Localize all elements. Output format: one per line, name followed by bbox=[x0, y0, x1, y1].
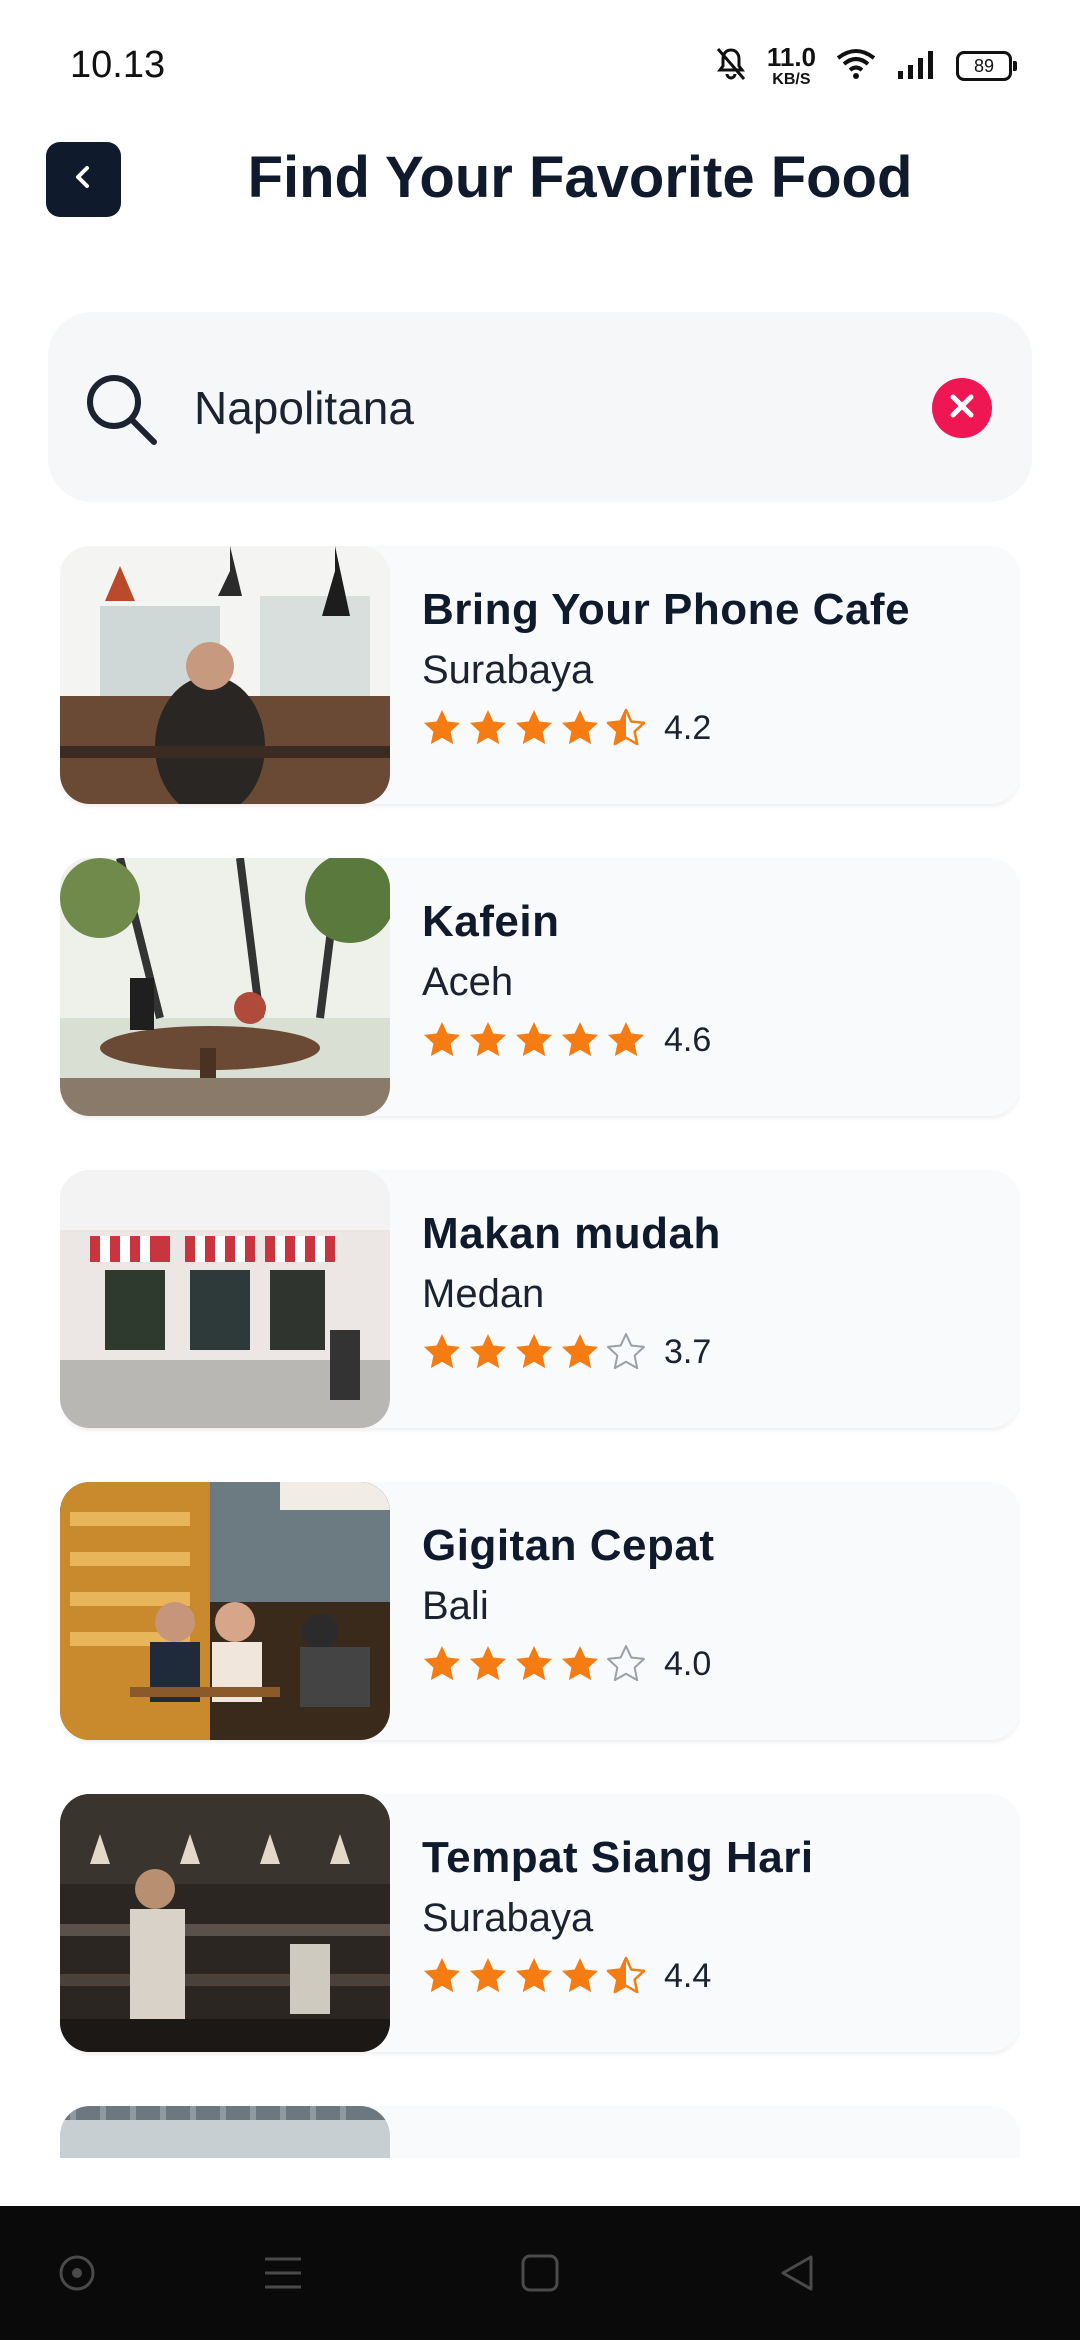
restaurant-name: Makan mudah bbox=[422, 1209, 721, 1258]
star-full-icon bbox=[516, 1022, 552, 1057]
menu-icon[interactable] bbox=[258, 2248, 308, 2298]
restaurant-city: Bali bbox=[422, 1584, 489, 1628]
rating-row: 4.4 bbox=[422, 1956, 814, 1996]
star-full-icon bbox=[516, 1958, 552, 1993]
status-icons: 11.0 KB/S 89 bbox=[715, 42, 1017, 90]
restaurant-image bbox=[60, 2106, 390, 2158]
status-bar: 10.13 11.0 KB/S 89 bbox=[0, 0, 1080, 130]
star-rating bbox=[422, 1644, 646, 1684]
network-speed-value: 11.0 bbox=[766, 42, 816, 72]
restaurant-city: Surabaya bbox=[422, 1896, 594, 1940]
restaurant-card[interactable]: Makan mudah Medan 3.7 bbox=[60, 1170, 1020, 1428]
star-full-icon bbox=[470, 1022, 506, 1057]
star-rating bbox=[422, 708, 646, 748]
star-full-icon bbox=[516, 710, 552, 745]
star-full-icon bbox=[562, 1334, 598, 1369]
rating-value: 4.2 bbox=[664, 708, 712, 747]
clear-search-button[interactable] bbox=[932, 378, 992, 438]
restaurant-image bbox=[60, 858, 390, 1116]
star-rating bbox=[422, 1956, 646, 1996]
star-full-icon bbox=[424, 710, 460, 745]
rating-row: 4.6 bbox=[422, 1020, 711, 1060]
rating-value: 4.0 bbox=[664, 1644, 712, 1683]
restaurant-info: Kafein Aceh 4.6 bbox=[422, 900, 711, 1060]
star-full-icon bbox=[608, 1022, 644, 1057]
star-full-icon bbox=[470, 1958, 506, 1993]
star-full-icon bbox=[424, 1646, 460, 1681]
star-full-icon bbox=[470, 1334, 506, 1369]
restaurant-card[interactable] bbox=[60, 2106, 1020, 2158]
star-full-icon bbox=[470, 1646, 506, 1681]
restaurant-list[interactable]: Bring Your Phone Cafe Surabaya 4.2 Kafei… bbox=[60, 546, 1020, 2158]
star-full-icon bbox=[562, 1646, 598, 1681]
screen: 10.13 11.0 KB/S 89 Find Your Favorite Fo… bbox=[0, 0, 1080, 2340]
star-full-icon bbox=[470, 710, 506, 745]
star-full-icon bbox=[516, 1646, 552, 1681]
restaurant-name: Kafein bbox=[422, 897, 560, 946]
star-full-icon bbox=[424, 1958, 460, 1993]
rating-row: 3.7 bbox=[422, 1332, 721, 1372]
star-half-icon bbox=[606, 1956, 646, 1994]
star-empty-icon bbox=[607, 1333, 645, 1370]
restaurant-name: Bring Your Phone Cafe bbox=[422, 585, 911, 634]
star-half-icon bbox=[606, 708, 646, 746]
restaurant-city: Surabaya bbox=[422, 648, 594, 692]
restaurant-image bbox=[60, 1482, 390, 1740]
restaurant-card[interactable]: Tempat Siang Hari Surabaya 4.4 bbox=[60, 1794, 1020, 2052]
restaurant-info: Bring Your Phone Cafe Surabaya 4.2 bbox=[422, 588, 910, 748]
restaurant-name: Tempat Siang Hari bbox=[422, 1833, 814, 1882]
rating-row: 4.2 bbox=[422, 708, 910, 748]
star-full-icon bbox=[424, 1334, 460, 1369]
search-box[interactable] bbox=[48, 312, 1032, 502]
rating-value: 4.6 bbox=[664, 1020, 712, 1059]
home-square-icon[interactable] bbox=[515, 2248, 565, 2298]
star-full-icon bbox=[424, 1022, 460, 1057]
signal-icon bbox=[896, 49, 936, 84]
restaurant-image bbox=[60, 546, 390, 804]
page-title-text: Find Your Favorite Food bbox=[247, 145, 913, 210]
network-speed-unit: KB/S bbox=[772, 71, 811, 88]
close-icon bbox=[948, 392, 976, 425]
status-time: 10.13 bbox=[70, 44, 166, 86]
search-input[interactable] bbox=[192, 374, 956, 442]
recent-apps-dot-icon[interactable] bbox=[52, 2248, 102, 2298]
restaurant-card[interactable]: Kafein Aceh 4.6 bbox=[60, 858, 1020, 1116]
rating-row: 4.0 bbox=[422, 1644, 715, 1684]
restaurant-info: Tempat Siang Hari Surabaya 4.4 bbox=[422, 1836, 814, 1996]
back-triangle-icon[interactable] bbox=[772, 2248, 822, 2298]
restaurant-image bbox=[60, 1170, 390, 1428]
network-speed: 11.0 KB/S bbox=[767, 44, 816, 88]
restaurant-city: Medan bbox=[422, 1272, 545, 1316]
restaurant-city: Aceh bbox=[422, 960, 514, 1004]
restaurant-card[interactable]: Bring Your Phone Cafe Surabaya 4.2 bbox=[60, 546, 1020, 804]
search-icon bbox=[82, 370, 162, 455]
star-full-icon bbox=[562, 1958, 598, 1993]
system-nav-bar bbox=[0, 2206, 1080, 2340]
star-rating bbox=[422, 1020, 646, 1060]
restaurant-image bbox=[60, 1794, 390, 2052]
star-full-icon bbox=[516, 1334, 552, 1369]
mute-bell-icon bbox=[715, 46, 747, 87]
star-empty-icon bbox=[607, 1645, 645, 1682]
rating-value: 4.4 bbox=[664, 1956, 712, 1995]
battery-icon: 89 bbox=[956, 51, 1017, 81]
star-full-icon bbox=[562, 710, 598, 745]
wifi-icon bbox=[836, 48, 876, 85]
restaurant-info: Makan mudah Medan 3.7 bbox=[422, 1212, 721, 1372]
restaurant-name: Gigitan Cepat bbox=[422, 1521, 715, 1570]
star-rating bbox=[422, 1332, 646, 1372]
page-title: Find Your Favorite Food bbox=[0, 144, 1080, 211]
rating-value: 3.7 bbox=[664, 1332, 712, 1371]
star-full-icon bbox=[562, 1022, 598, 1057]
restaurant-info: Gigitan Cepat Bali 4.0 bbox=[422, 1524, 715, 1684]
restaurant-card[interactable]: Gigitan Cepat Bali 4.0 bbox=[60, 1482, 1020, 1740]
